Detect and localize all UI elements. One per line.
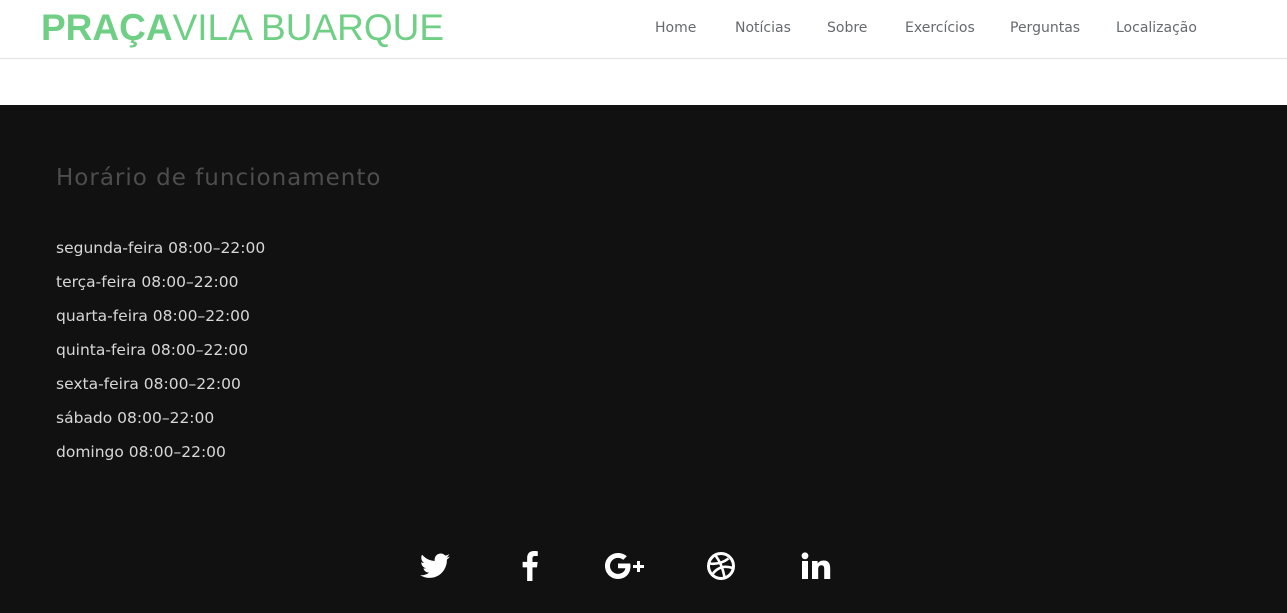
google-plus-icon	[605, 553, 644, 579]
header-spacer	[0, 59, 1287, 105]
facebook-link[interactable]	[512, 548, 548, 584]
site-footer: Horário de funcionamento segunda-feira 0…	[0, 105, 1287, 613]
hours-item-saturday: sábado 08:00–22:00	[56, 409, 215, 427]
twitter-icon	[420, 553, 450, 578]
hours-item-thursday: quinta-feira 08:00–22:00	[56, 341, 249, 359]
main-nav: Home Notícias Sobre Exercícios Perguntas…	[0, 0, 1287, 58]
nav-home[interactable]: Home	[655, 18, 696, 38]
nav-exercicios[interactable]: Exercícios	[905, 18, 975, 38]
dribbble-link[interactable]	[703, 548, 739, 584]
hours-item-wednesday: quarta-feira 08:00–22:00	[56, 307, 250, 325]
nav-localizacao[interactable]: Localização	[1116, 18, 1197, 38]
linkedin-link[interactable]	[798, 548, 834, 584]
opening-hours-title: Horário de funcionamento	[56, 165, 382, 191]
hours-item-monday: segunda-feira 08:00–22:00	[56, 239, 266, 257]
facebook-icon	[522, 551, 538, 581]
hours-item-tuesday: terça-feira 08:00–22:00	[56, 273, 239, 291]
nav-noticias[interactable]: Notícias	[735, 18, 791, 38]
site-header: PRAÇAVILA BUARQUE Home Notícias Sobre Ex…	[0, 0, 1287, 59]
dribbble-icon	[707, 552, 735, 580]
hours-item-sunday: domingo 08:00–22:00	[56, 443, 226, 461]
twitter-link[interactable]	[417, 548, 453, 584]
nav-perguntas[interactable]: Perguntas	[1010, 18, 1080, 38]
linkedin-icon	[801, 552, 831, 579]
hours-item-friday: sexta-feira 08:00–22:00	[56, 375, 241, 393]
google-plus-link[interactable]	[603, 548, 649, 584]
opening-hours-list: segunda-feira 08:00–22:00 terça-feira 08…	[56, 231, 265, 469]
social-links	[0, 548, 1287, 584]
nav-sobre[interactable]: Sobre	[827, 18, 867, 38]
